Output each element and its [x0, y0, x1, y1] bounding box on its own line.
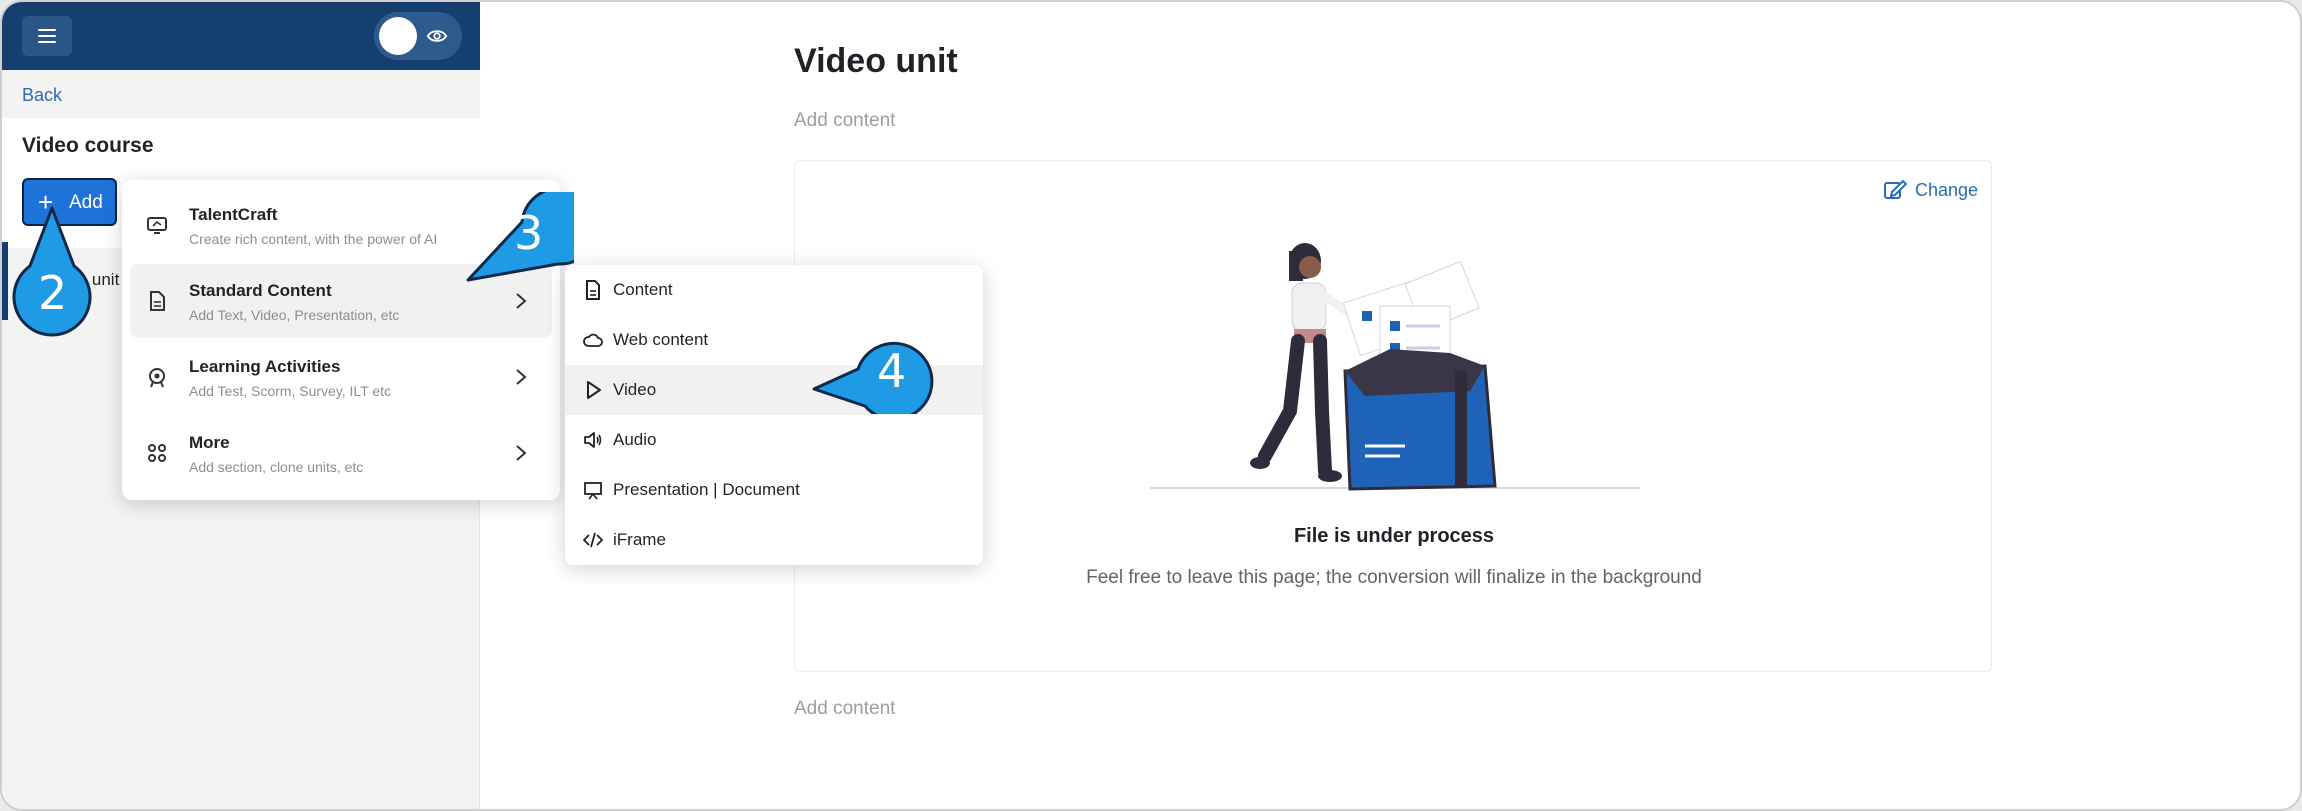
- callout-number: 2: [38, 266, 68, 320]
- ai-content-icon: [147, 217, 167, 234]
- document-icon: [150, 291, 165, 311]
- activities-icon: [149, 368, 165, 388]
- file-icon: [586, 280, 600, 300]
- submenu-item-iframe[interactable]: iFrame: [565, 515, 983, 565]
- active-indicator: [2, 242, 8, 320]
- menu-item-subtitle: Add Text, Video, Presentation, etc: [189, 307, 400, 323]
- submenu-item-label: Content: [613, 280, 673, 299]
- change-label: Change: [1915, 180, 1979, 200]
- toggle-knob: [379, 17, 417, 55]
- presentation-icon: [584, 482, 602, 500]
- submenu-item-label: iFrame: [613, 530, 666, 549]
- menu-item-learning-activities[interactable]: Learning Activities Add Test, Scorm, Sur…: [130, 340, 552, 414]
- callout-number: 4: [877, 344, 907, 398]
- add-content-bottom[interactable]: Add content: [794, 698, 895, 720]
- back-link[interactable]: Back: [22, 85, 62, 106]
- submenu-item-content[interactable]: Content: [565, 265, 983, 315]
- standard-content-submenu: Content Web content Video Audio Presenta…: [565, 265, 983, 565]
- submenu-item-label: Audio: [613, 430, 657, 449]
- app-window: Back Video course + Add Video unit Video…: [0, 0, 2302, 811]
- submenu-item-audio[interactable]: Audio: [565, 415, 983, 465]
- processing-illustration: [1150, 243, 1640, 491]
- menu-item-title: More: [189, 433, 230, 452]
- menu-item-more[interactable]: More Add section, clone units, etc: [130, 416, 552, 490]
- menu-item-subtitle: Add section, clone units, etc: [189, 459, 364, 475]
- back-row: Back: [2, 70, 480, 118]
- submenu-item-label: Web content: [613, 330, 709, 349]
- course-title: Video course: [22, 134, 154, 157]
- code-icon: [583, 532, 603, 548]
- menu-item-title: TalentCraft: [189, 205, 278, 224]
- grid-icon: [148, 444, 166, 462]
- menu-item-title: Learning Activities: [189, 357, 341, 376]
- callout-step-4: 4: [810, 332, 934, 414]
- hamburger-menu-button[interactable]: [22, 16, 72, 56]
- chevron-right-icon: [516, 293, 527, 309]
- chevron-right-icon: [516, 369, 527, 385]
- page-title: Video unit: [794, 42, 958, 80]
- submenu-item-label: Presentation | Document: [613, 480, 800, 499]
- submenu-item-label: Video: [613, 380, 657, 399]
- cloud-icon: [583, 333, 603, 347]
- add-content-top[interactable]: Add content: [794, 110, 895, 132]
- menu-item-title: Standard Content: [189, 281, 332, 300]
- menu-item-subtitle: Create rich content, with the power of A…: [189, 231, 438, 247]
- submenu-item-presentation[interactable]: Presentation | Document: [565, 465, 983, 515]
- menu-item-subtitle: Add Test, Scorm, Survey, ILT etc: [189, 383, 392, 399]
- callout-step-2: 2: [10, 204, 94, 340]
- speaker-icon: [584, 432, 602, 448]
- chevron-right-icon: [516, 445, 527, 461]
- sidebar-header: [2, 2, 480, 70]
- eye-icon: [426, 30, 448, 42]
- callout-number: 3: [514, 206, 544, 260]
- preview-toggle[interactable]: [374, 12, 462, 60]
- edit-icon: [1884, 179, 1907, 199]
- processing-description: Feel free to leave this page; the conver…: [1086, 567, 1702, 588]
- play-icon: [587, 381, 601, 399]
- callout-step-3: 3: [462, 192, 574, 282]
